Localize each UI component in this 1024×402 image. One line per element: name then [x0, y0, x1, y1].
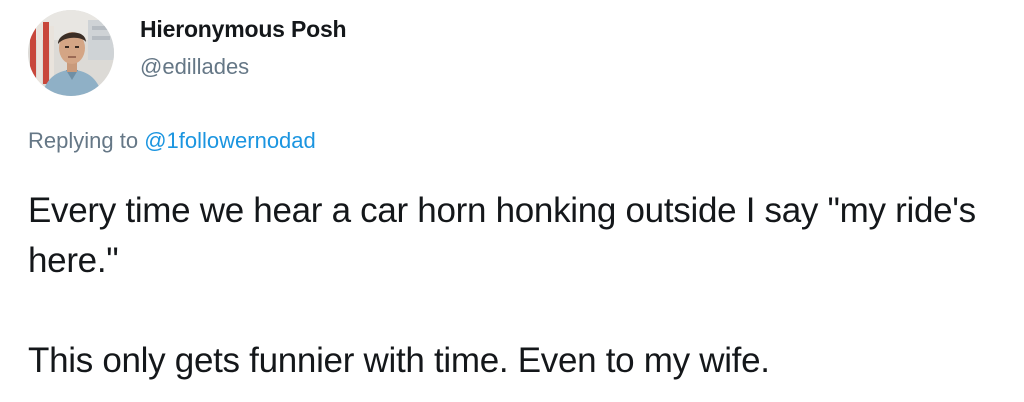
display-name[interactable]: Hieronymous Posh: [140, 16, 347, 43]
tweet-paragraph: Every time we hear a car horn honking ou…: [28, 191, 976, 280]
avatar-photo-icon: [28, 10, 114, 96]
replying-to-line: Replying to @1followernodad: [28, 128, 316, 154]
user-avatar[interactable]: [28, 10, 114, 96]
tweet-card: Hieronymous Posh @edillades Replying to …: [0, 0, 1024, 402]
replying-to-label: Replying to: [28, 128, 139, 153]
tweet-text: Every time we hear a car horn honking ou…: [28, 186, 1018, 386]
user-handle[interactable]: @edillades: [140, 54, 249, 80]
tweet-paragraph: This only gets funnier with time. Even t…: [28, 341, 770, 380]
reply-target-link[interactable]: @1followernodad: [144, 128, 316, 153]
